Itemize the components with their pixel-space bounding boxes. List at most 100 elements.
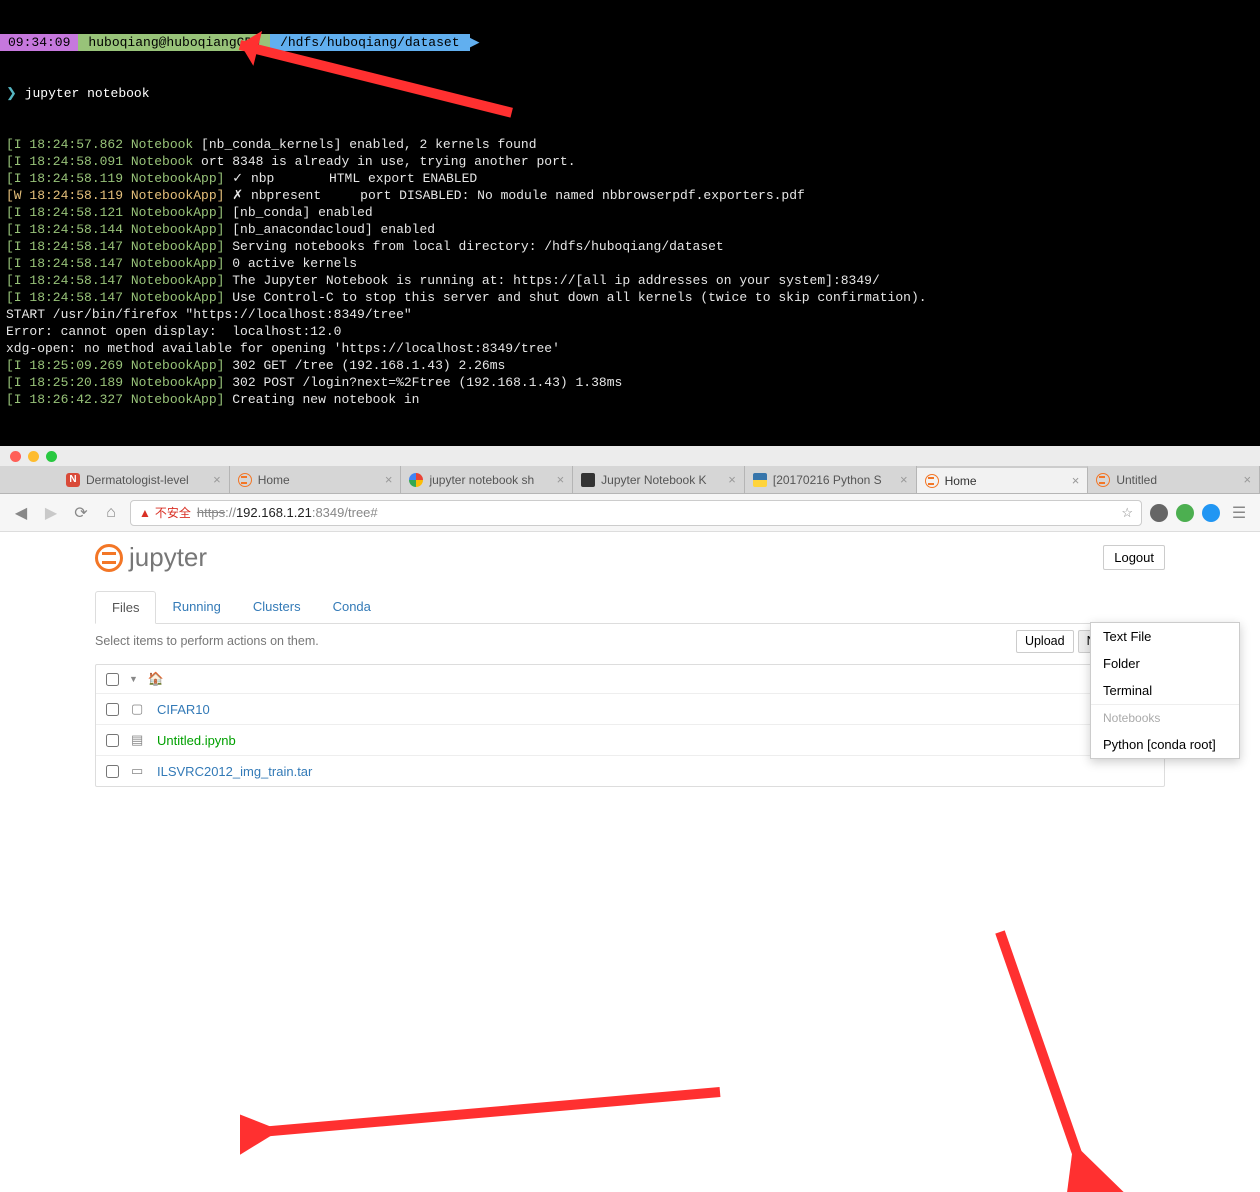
log-line: [I 18:24:57.862 Notebook [nb_conda_kerne… <box>0 136 1260 153</box>
log-line: [I 18:24:58.147 NotebookApp] Use Control… <box>0 289 1260 306</box>
maximize-window-button[interactable] <box>46 451 57 462</box>
file-list: ▼ 🏠 ▢ CIFAR10 ▤ Untitled.ipynb ▭ ILSVRC2… <box>95 664 1165 787</box>
dropdown-section-header: Notebooks <box>1091 704 1239 731</box>
log-line: [I 18:24:58.144 NotebookApp] [nb_anacond… <box>0 221 1260 238</box>
jupyter-tabs: FilesRunningClustersConda <box>95 591 1165 624</box>
file-name-link[interactable]: Untitled.ipynb <box>157 733 236 748</box>
tab-title: Jupyter Notebook K <box>601 473 722 487</box>
dropdown-item[interactable]: Folder <box>1091 650 1239 677</box>
jupyter-tab-conda[interactable]: Conda <box>317 591 387 623</box>
browser-tab[interactable]: Jupyter Notebook K × <box>573 466 745 493</box>
close-tab-icon[interactable]: × <box>900 472 908 487</box>
close-tab-icon[interactable]: × <box>557 472 565 487</box>
browser-tab[interactable]: jupyter notebook sh × <box>401 466 573 493</box>
jupyter-header: jupyter Logout <box>95 542 1165 573</box>
select-hint: Select items to perform actions on them. <box>95 634 319 648</box>
insecure-badge: ▲ 不安全 <box>139 504 191 521</box>
dropdown-item[interactable]: Terminal <box>1091 677 1239 704</box>
log-line: START /usr/bin/firefox "https://localhos… <box>0 306 1260 323</box>
bookmark-star-icon[interactable]: ☆ <box>1121 505 1133 521</box>
minimize-window-button[interactable] <box>28 451 39 462</box>
terminal-prompt: 09:34:09huboqiang@huboqiangGPU/hdfs/hubo… <box>0 34 1260 51</box>
close-tab-icon[interactable]: × <box>728 472 736 487</box>
terminal: 09:34:09huboqiang@huboqiangGPU/hdfs/hubo… <box>0 0 1260 446</box>
extension-icon[interactable] <box>1150 504 1168 522</box>
back-button[interactable]: ◀ <box>10 502 32 524</box>
close-tab-icon[interactable]: × <box>1072 473 1080 488</box>
log-line: [I 18:25:20.189 NotebookApp] 302 POST /l… <box>0 374 1260 391</box>
menu-button[interactable]: ☰ <box>1228 502 1250 524</box>
upload-button[interactable]: Upload <box>1016 630 1074 653</box>
annotation-arrow <box>240 1012 740 1172</box>
tab-title: jupyter notebook sh <box>429 473 550 487</box>
file-name-link[interactable]: CIFAR10 <box>157 702 210 717</box>
close-tab-icon[interactable]: × <box>1243 472 1251 487</box>
new-dropdown: Text FileFolderTerminal Notebooks Python… <box>1090 622 1240 759</box>
file-list-header: ▼ 🏠 <box>96 665 1164 694</box>
close-tab-icon[interactable]: × <box>385 472 393 487</box>
file-type-icon: ▤ <box>131 732 145 748</box>
select-caret-icon[interactable]: ▼ <box>129 674 138 684</box>
tab-title: [20170216 Python S <box>773 473 894 487</box>
row-checkbox[interactable] <box>106 703 119 716</box>
prompt-user: huboqiang@huboqiangGPU <box>78 34 270 51</box>
logout-button[interactable]: Logout <box>1103 545 1165 570</box>
file-type-icon: ▢ <box>131 701 145 717</box>
tab-title: Untitled <box>1116 473 1237 487</box>
log-line: [I 18:24:58.119 NotebookApp] ✓ nbp HTML … <box>0 170 1260 187</box>
dropdown-notebook-item[interactable]: Python [conda root] <box>1091 731 1239 758</box>
jupyter-tab-running[interactable]: Running <box>156 591 236 623</box>
file-name-link[interactable]: ILSVRC2012_img_train.tar <box>157 764 312 779</box>
jupyter-dashboard: jupyter Logout FilesRunningClustersConda… <box>0 532 1260 797</box>
log-line: xdg-open: no method available for openin… <box>0 340 1260 357</box>
extension-icon[interactable] <box>1176 504 1194 522</box>
select-all-checkbox[interactable] <box>106 673 119 686</box>
annotation-arrow <box>930 922 1130 1192</box>
browser-tab[interactable]: Untitled × <box>1088 466 1260 493</box>
log-line: [W 18:24:58.119 NotebookApp] ✗ nbpresent… <box>0 187 1260 204</box>
row-checkbox[interactable] <box>106 765 119 778</box>
log-line: [I 18:24:58.147 NotebookApp] Serving not… <box>0 238 1260 255</box>
log-line: [I 18:26:42.327 NotebookApp] Creating ne… <box>0 391 1260 408</box>
file-row: ▭ ILSVRC2012_img_train.tar <box>96 756 1164 786</box>
file-row: ▢ CIFAR10 <box>96 694 1164 725</box>
browser-address-bar: ◀ ▶ ⟳ ⌂ ▲ 不安全 https://192.168.1.21:8349/… <box>0 494 1260 532</box>
close-tab-icon[interactable]: × <box>213 472 221 487</box>
tab-title: Home <box>258 473 379 487</box>
tab-title: Home <box>945 474 1066 488</box>
jupyter-tab-files[interactable]: Files <box>95 591 156 624</box>
browser-tab[interactable]: [20170216 Python S × <box>745 466 917 493</box>
log-line: Error: cannot open display: localhost:12… <box>0 323 1260 340</box>
file-type-icon: ▭ <box>131 763 145 779</box>
browser-tab[interactable]: NDermatologist-level× <box>58 466 230 493</box>
jupyter-logo[interactable]: jupyter <box>95 542 207 573</box>
jupyter-tab-clusters[interactable]: Clusters <box>237 591 317 623</box>
annotation-arrow <box>239 40 513 117</box>
tab-title: Dermatologist-level <box>86 473 207 487</box>
log-line: [I 18:24:58.091 Notebook ort 8348 is alr… <box>0 153 1260 170</box>
reload-button[interactable]: ⟳ <box>70 502 92 524</box>
extension-icon[interactable] <box>1202 504 1220 522</box>
browser-tab[interactable]: Home × <box>917 466 1089 493</box>
jupyter-logo-icon <box>95 544 123 572</box>
window-controls <box>0 446 1260 466</box>
forward-button[interactable]: ▶ <box>40 502 62 524</box>
dropdown-item[interactable]: Text File <box>1091 623 1239 650</box>
terminal-command-line[interactable]: ❯ jupyter notebook <box>0 85 1260 102</box>
home-button[interactable]: ⌂ <box>100 502 122 524</box>
log-line: [I 18:24:58.147 NotebookApp] 0 active ke… <box>0 255 1260 272</box>
close-window-button[interactable] <box>10 451 21 462</box>
browser-tab[interactable]: Home × <box>230 466 402 493</box>
command-text: jupyter notebook <box>25 86 150 101</box>
file-row: ▤ Untitled.ipynb <box>96 725 1164 756</box>
log-line: [I 18:24:58.147 NotebookApp] The Jupyter… <box>0 272 1260 289</box>
breadcrumb-home-icon[interactable]: 🏠 <box>148 671 164 687</box>
prompt-path: /hdfs/huboqiang/dataset <box>270 34 469 51</box>
url-field[interactable]: ▲ 不安全 https://192.168.1.21:8349/tree# ☆ <box>130 500 1142 526</box>
row-checkbox[interactable] <box>106 734 119 747</box>
prompt-time: 09:34:09 <box>0 34 78 51</box>
browser-tab-bar: NDermatologist-level×Home×jupyter notebo… <box>0 466 1260 494</box>
log-line: [I 18:24:58.121 NotebookApp] [nb_conda] … <box>0 204 1260 221</box>
url-text: https://192.168.1.21:8349/tree# <box>197 505 378 520</box>
prompt-sep: ▶ <box>470 34 480 51</box>
